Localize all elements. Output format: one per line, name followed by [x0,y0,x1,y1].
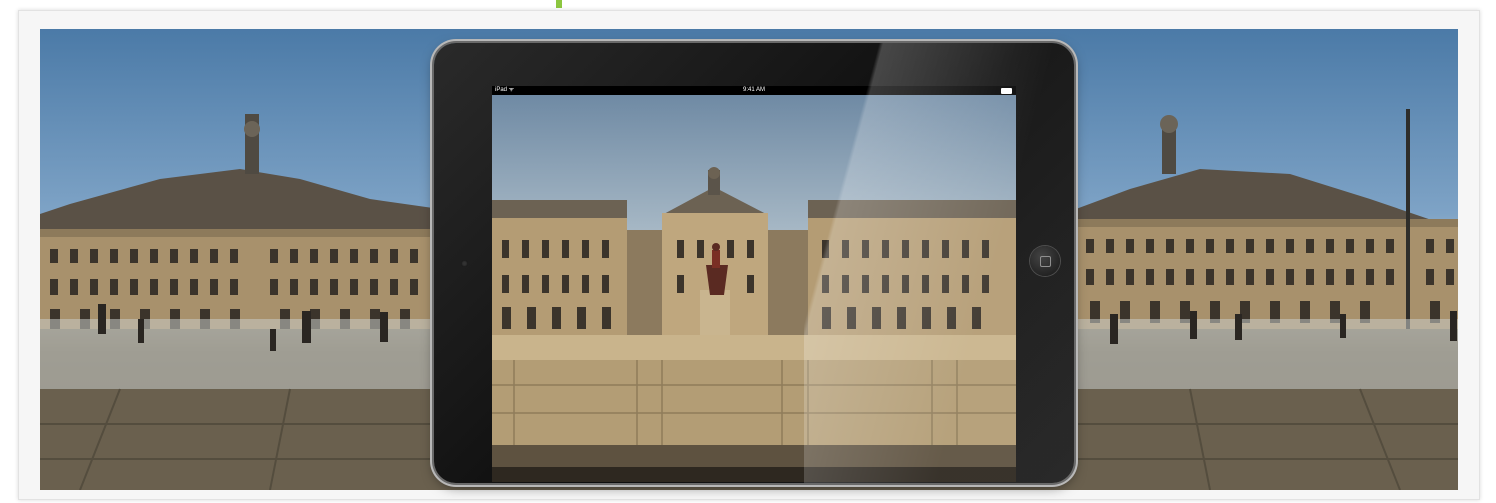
status-time: 9:41 AM [742,87,765,93]
accent-mark [556,0,562,8]
screen-scene-image [492,95,1016,482]
left-building [40,114,440,329]
home-button[interactable] [1030,246,1060,276]
home-square-icon [1040,256,1051,267]
camera-icon [461,260,468,267]
right-building [1076,109,1458,329]
status-bar: iPad ᯤ 9:41 AM [492,86,1016,95]
ipad-device: iPad ᯤ 9:41 AM [434,43,1074,483]
ipad-screen: iPad ᯤ 9:41 AM [492,86,1016,482]
battery-icon [1001,88,1012,94]
